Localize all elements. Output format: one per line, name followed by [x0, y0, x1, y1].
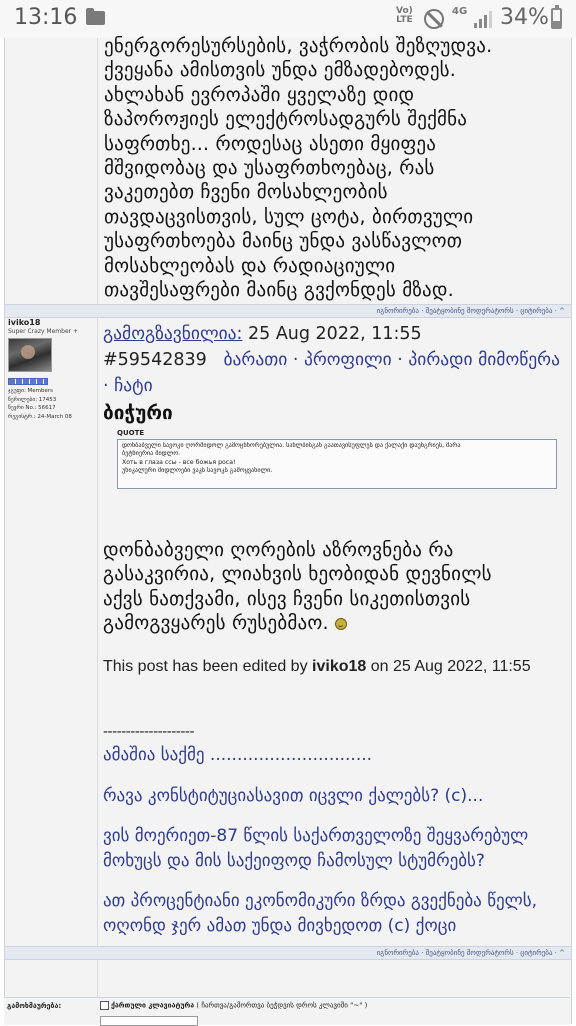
post-body-line-last: გამოგვყარეს რუსებმაო.	[103, 611, 565, 635]
signature-item: ათ პროცენტიანი ეკონომიკური ზრდა გვექნება…	[103, 891, 538, 936]
keyboard-label: ქართული კლავიატურა	[111, 1001, 195, 1010]
signature: -------------------- ამაშია საქმე ......…	[103, 724, 565, 938]
signal-icon	[474, 10, 494, 28]
previous-post-body: ენერგორესურსების, ვაჭრობის შეზღუდვა. ქვეყ…	[104, 34, 564, 302]
quick-reply: გამოხმაურება: ქართული კლავიატურა ( ჩართვ…	[4, 997, 570, 1026]
edit-suffix: on 25 Aug 2022, 11:55	[366, 658, 531, 675]
post-body: დონბაბველი ღორების აზროვნება რა გასაკვირ…	[103, 538, 565, 636]
previous-post-line: თავდაცვისთვის, სულ ცოტა, ბირთვული	[104, 205, 474, 228]
post-body-line: გამოგვყარეს რუსებმაო.	[103, 612, 329, 635]
author-column	[5, 38, 98, 1024]
clock: 13:16	[14, 5, 78, 30]
quote-line: Хоть в глаза ссы - все божья роса!	[122, 458, 236, 466]
battery-percent: 34%	[500, 5, 549, 30]
keyboard-hint: ( ჩართვა/გამორთვა ბეჭდვის დროს კლავიში "…	[196, 1001, 368, 1010]
smiley-icon	[335, 617, 348, 630]
signature-divider: --------------------	[103, 724, 195, 740]
previous-post-line: ვაკეთებთ ჩვენი მოსახლეობის	[104, 181, 388, 204]
author-posts: წერილები: 17453	[8, 396, 57, 403]
post-body-line: გასაკვირია, ლიახვის ხეობიდან დევნილს	[103, 563, 492, 586]
post-sent-label[interactable]: გამოგზავნილია:	[103, 324, 242, 344]
post-actions-links[interactable]: იგნორირება · შეატყობინე მოდერატორს · ციტ…	[377, 947, 565, 959]
previous-post-line: მშვიდობაც და უსაფრთხოებაც, რას	[104, 157, 435, 180]
post-actions-bar: იგნორირება · შეატყობინე მოდერატორს · ციტ…	[5, 946, 571, 960]
do-not-disturb-icon	[424, 9, 444, 29]
previous-post-line: თავშესაფრები მაინც გვქონდეს მზად.	[104, 279, 454, 302]
post-title: ბიჭური	[103, 402, 173, 424]
post-body-line: დონბაბველი ღორების აზროვნება რა	[103, 539, 454, 561]
avatar[interactable]	[8, 338, 52, 372]
previous-post-line: ახლახან ევროპაში ყველაზე დიდ	[104, 83, 415, 106]
quote-line: დონბაბველი სავოკი ღორმიდოლ გამოცხნორებულ…	[122, 442, 461, 449]
quote-box: დონბაბველი სავოკი ღორმიდოლ გამოცხნორებულ…	[117, 439, 557, 489]
signature-item: ამაშია საქმე ...........................…	[103, 745, 373, 765]
reply-label: გამოხმაურება:	[7, 1002, 62, 1010]
previous-post-line: ენერგორესურსების, ვაჭრობის შეზღუდვა.	[104, 35, 493, 57]
author-registered: რეგისტრ.: 24-March 08	[8, 413, 72, 420]
previous-post-line: ქვეყანა ამისთვის უნდა ემზადებოდეს.	[104, 59, 457, 82]
post-body-line: აქვს ნათქვამი, ისევ ჩვენი სიკეთისთვის	[103, 587, 471, 610]
author-rank: Super Crazy Member +	[8, 328, 79, 335]
quote-line: უნიკალური მიდლოები ვაკს სავოკს გამოყვანი…	[122, 467, 273, 475]
forum-thread: ენერგორესურსების, ვაჭრობის შეზღუდვა. ქვეყ…	[4, 35, 572, 1024]
author-name[interactable]: iviko18	[8, 318, 94, 327]
battery-icon	[551, 5, 562, 29]
edit-user[interactable]: iviko18	[312, 658, 366, 675]
rank-pips	[8, 378, 48, 385]
post-actions-links[interactable]: იგნორირება · შეატყობინე მოდერატორს · ციტ…	[377, 305, 565, 317]
keyboard-toggle[interactable]: ქართული კლავიატურა ( ჩართვა/გამორთვა ბეჭ…	[100, 1001, 367, 1010]
status-bar: 13:16 Vo) LTE 4G 34%	[0, 0, 576, 38]
edit-note: This post has been edited by iviko18 on …	[103, 658, 531, 676]
quote-line: ბეტნიერია მიდლო.	[122, 450, 181, 458]
network-type-icon: 4G	[452, 6, 468, 17]
signature-item: ვის მოერიეთ-87 წლის საქართველოზე შეყვარე…	[103, 826, 529, 871]
reply-input[interactable]	[100, 1016, 198, 1026]
post-actions-bar: იგნორირება · შეატყობინე მოდერატორს · ციტ…	[5, 304, 571, 318]
author-info: iviko18 Super Crazy Member + ჯგუფი: Memb…	[8, 318, 94, 421]
previous-post-line: ზაპოროჟიეს ელექტროსადგურს შექმნა	[104, 108, 468, 131]
author-group: ჯგუფი: Members	[8, 388, 54, 394]
post-date: 25 Aug 2022, 11:55	[242, 324, 422, 344]
signature-item: რავა კონსტიტუციასავით იცვლი ქალებს? (c).…	[103, 785, 484, 806]
keyboard-checkbox[interactable]	[100, 1001, 109, 1010]
author-stats: ჯგუფი: Members წერილები: 17453 წევრი No.…	[8, 387, 94, 421]
folder-icon	[86, 8, 105, 25]
post-number[interactable]: #59542839	[103, 350, 207, 370]
previous-post-line: მოსახლეობას და რადიაციული	[104, 254, 396, 277]
post-header: გამოგზავნილია: 25 Aug 2022, 11:55 #59542…	[103, 321, 568, 399]
quote-label: QUOTE	[117, 429, 145, 437]
edit-prefix: This post has been edited by	[103, 658, 313, 675]
previous-post-line: უსაფრთხოება მაინც უნდა ვასწავლოთ	[104, 230, 463, 253]
volte-icon: Vo) LTE	[396, 6, 413, 25]
previous-post-line: საფრთხე... როდესაც ასეთი მყიფეა	[104, 132, 437, 155]
author-member-no: წევრი No.: 56617	[8, 405, 56, 411]
